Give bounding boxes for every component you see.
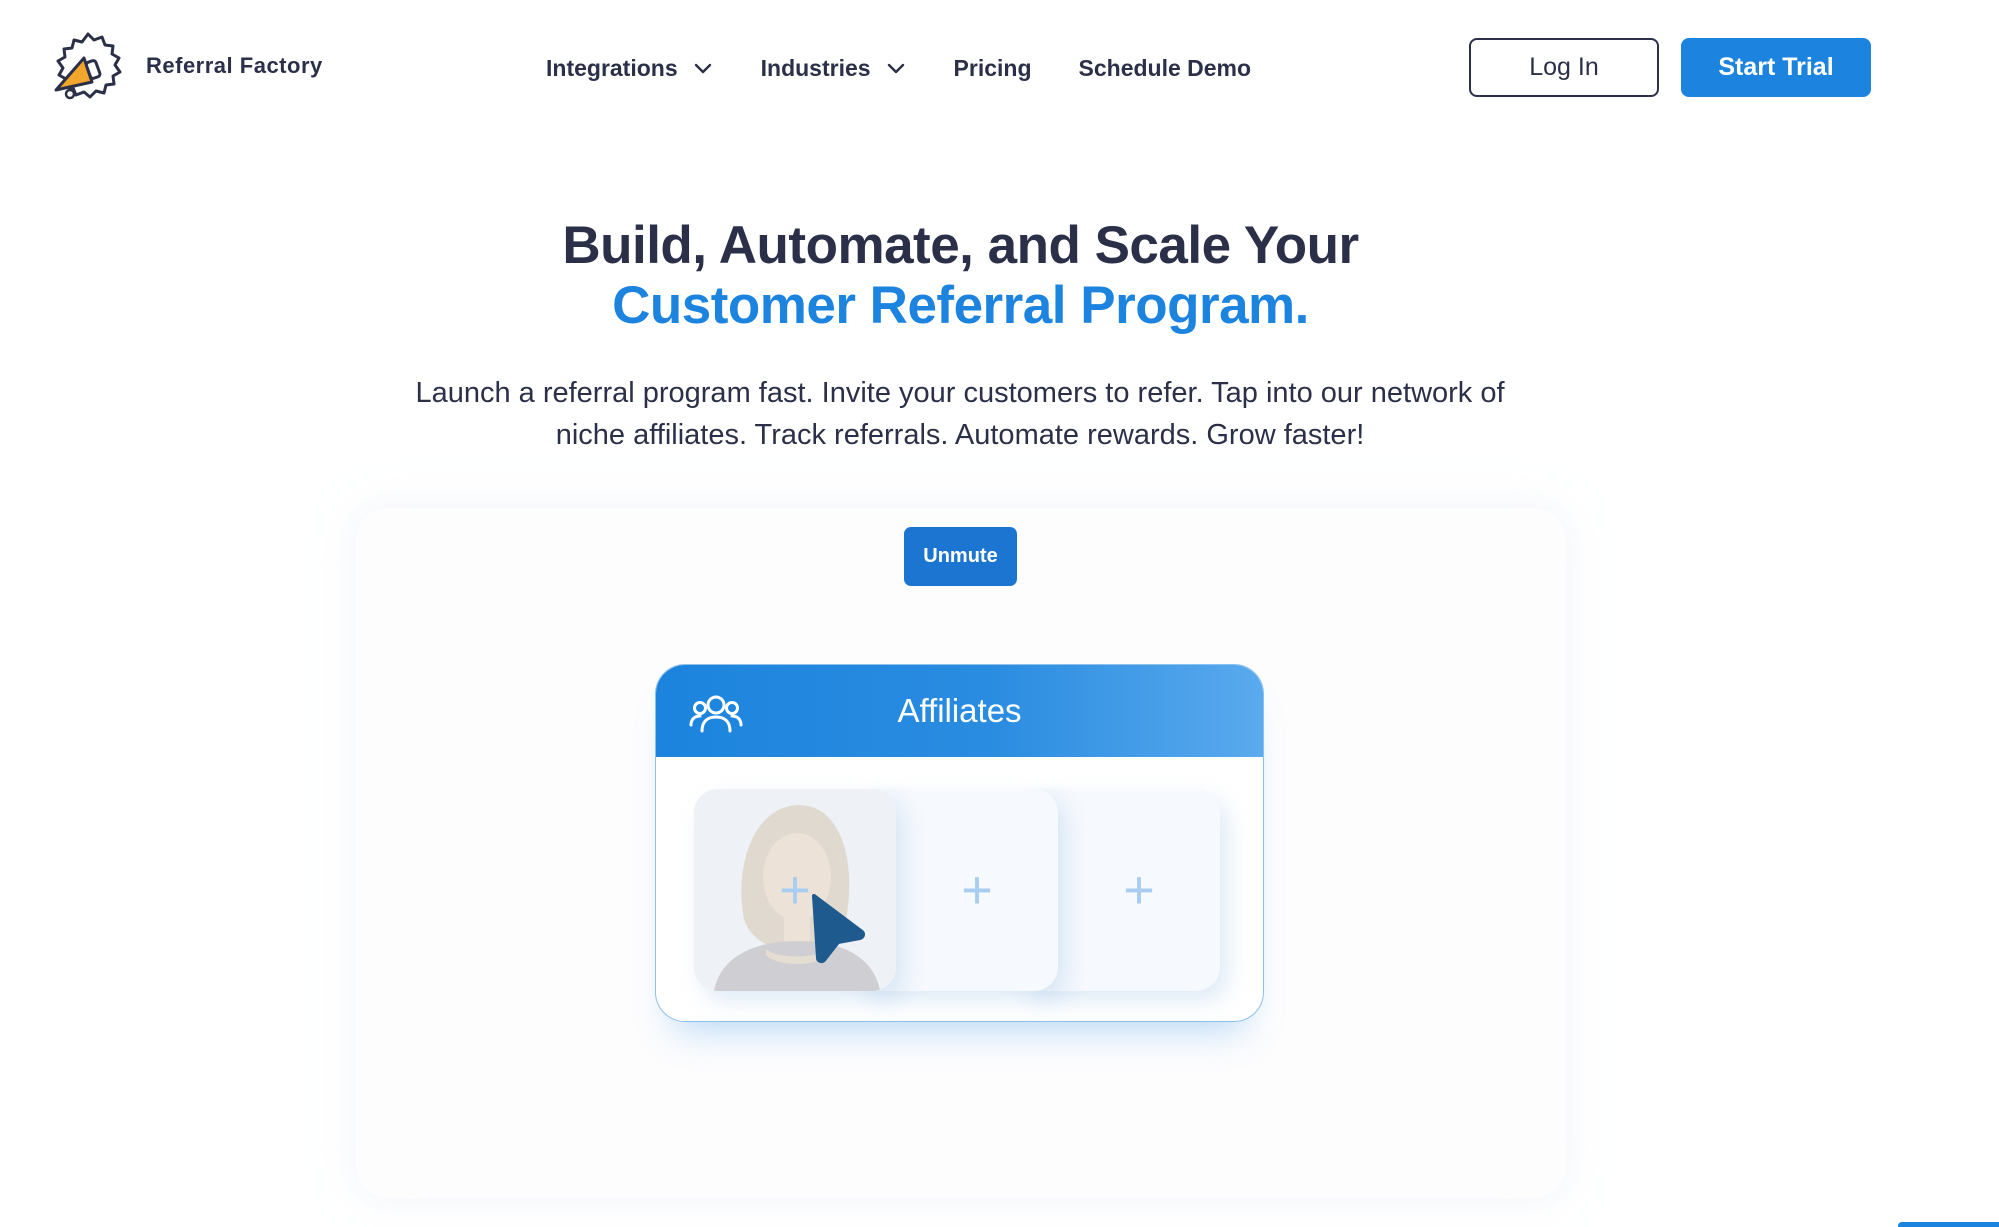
login-button[interactable]: Log In [1469, 38, 1659, 97]
unmute-button[interactable]: Unmute [904, 527, 1017, 586]
affiliates-card-header: Affiliates [656, 665, 1263, 757]
nav-industries-label: Industries [760, 54, 871, 81]
hero-title-line1: Build, Automate, and Scale Your [562, 216, 1359, 275]
brand-logo-link[interactable]: Referral Factory [48, 28, 323, 104]
start-trial-button[interactable]: Start Trial [1681, 38, 1871, 97]
page: Referral Factory Integrations Industries… [0, 0, 1999, 1227]
chevron-down-icon [694, 63, 711, 74]
nav-industries[interactable]: Industries [761, 55, 907, 82]
pointer-cursor-icon [812, 894, 866, 964]
nav-pricing[interactable]: Pricing [954, 55, 1032, 82]
nav-integrations-label: Integrations [546, 54, 678, 81]
hero-subtitle: Launch a referral program fast. Invite y… [415, 377, 1505, 451]
nav-schedule-demo[interactable]: Schedule Demo [1079, 55, 1252, 82]
brand-name: Referral Factory [146, 53, 323, 78]
affiliates-card: Affiliates + + + [655, 664, 1264, 1022]
hero-title-line2: Customer Referral Program. [612, 276, 1309, 335]
affiliates-card-title: Affiliates [897, 692, 1022, 729]
nav-schedule-demo-label: Schedule Demo [1078, 54, 1252, 81]
nav-pricing-label: Pricing [953, 54, 1032, 81]
chevron-down-icon [887, 63, 904, 74]
main-nav: Integrations Industries Pricing Schedule… [546, 48, 1298, 88]
chat-widget-edge[interactable] [1898, 1222, 1999, 1227]
nav-integrations[interactable]: Integrations [546, 55, 714, 82]
gear-megaphone-icon [54, 32, 122, 100]
site-header: Referral Factory Integrations Industries… [0, 0, 1999, 134]
hero-title: Build, Automate, and Scale Your Customer… [0, 216, 1921, 336]
